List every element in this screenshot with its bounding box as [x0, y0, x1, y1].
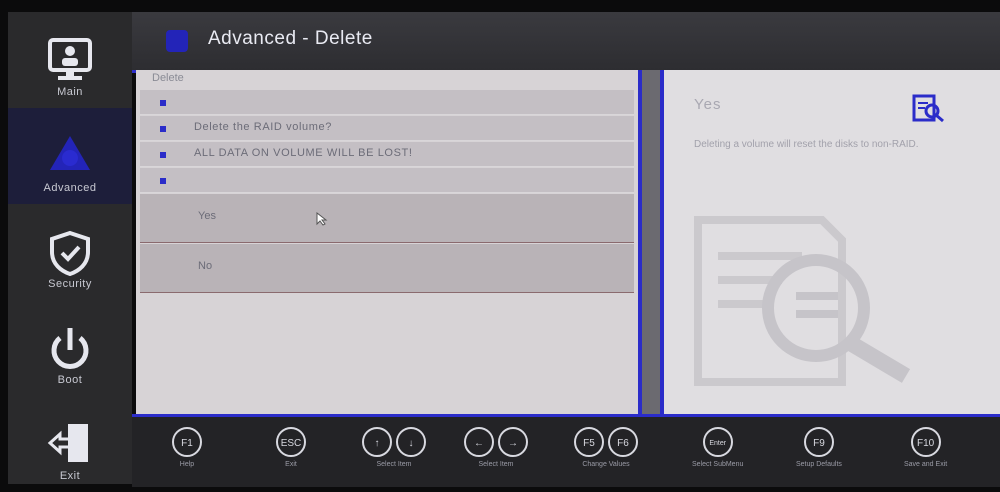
footer-keybar: F1 Help ESC Exit ↑ ↓ Select Item ← → Selec… — [132, 414, 1000, 487]
sidebar-item-label: Security — [48, 278, 92, 290]
help-panel: Yes Deleting a volume will reset the dis… — [660, 70, 1000, 414]
option-label: Yes — [198, 210, 216, 222]
scrollbar[interactable] — [640, 70, 662, 414]
page-title: Advanced - Delete — [208, 28, 373, 49]
monitor-icon — [48, 38, 92, 80]
sidebar-item-security[interactable]: Security — [8, 204, 132, 300]
sidebar-item-label: Advanced — [43, 182, 97, 194]
list-item: Delete the RAID volume? — [140, 116, 634, 141]
help-title: Yes — [694, 96, 722, 113]
shield-icon — [50, 230, 90, 276]
header: Advanced - Delete — [132, 12, 1000, 73]
sidebar-item-label: Boot — [57, 374, 83, 386]
sidebar-item-label: Main — [57, 86, 83, 98]
key-select-item-leftright[interactable]: ← → Select Item — [462, 427, 530, 468]
sidebar: Main Advanced Security Boot Exit — [8, 12, 132, 484]
option-label: No — [198, 260, 213, 272]
list-item: ALL DATA ON VOLUME WILL BE LOST! — [140, 142, 634, 167]
document-search-icon — [912, 94, 944, 123]
key-select-item-updown[interactable]: ↑ ↓ Select Item — [360, 427, 428, 468]
option-yes[interactable]: Yes — [140, 194, 634, 243]
sidebar-item-main[interactable]: Main — [8, 12, 132, 108]
key-setup-defaults[interactable]: F9 Setup Defaults — [796, 427, 842, 468]
advanced-icon — [50, 136, 90, 170]
bullet-icon — [160, 152, 166, 158]
arrow-up-icon: ↑ — [362, 427, 392, 457]
sidebar-item-exit[interactable]: Exit — [8, 396, 132, 492]
key-select-submenu[interactable]: Enter Select SubMenu — [692, 427, 743, 468]
key-exit[interactable]: ESC Exit — [274, 427, 308, 468]
bullet-icon — [160, 178, 166, 184]
document-search-watermark-icon — [694, 216, 911, 386]
mouse-cursor-icon — [316, 212, 328, 226]
sidebar-item-label: Exit — [59, 470, 81, 482]
main-panel: Delete Delete the RAID volume? ALL DATA … — [136, 70, 642, 414]
help-description: Deleting a volume will reset the disks t… — [694, 139, 919, 150]
advanced-icon — [166, 30, 188, 52]
option-no[interactable]: No — [140, 244, 634, 293]
list-item — [140, 168, 634, 193]
key-change-values[interactable]: F5 F6 Change Values — [572, 427, 640, 468]
key-help[interactable]: F1 Help — [170, 427, 204, 468]
key-save-exit[interactable]: F10 Save and Exit — [904, 427, 947, 468]
sidebar-item-boot[interactable]: Boot — [8, 300, 132, 396]
section-heading: Delete — [152, 72, 184, 84]
bullet-icon — [160, 100, 166, 106]
arrow-down-icon: ↓ — [396, 427, 426, 457]
exit-icon — [47, 424, 88, 462]
bullet-icon — [160, 126, 166, 132]
sidebar-item-advanced[interactable]: Advanced — [8, 108, 132, 204]
power-icon — [51, 328, 89, 369]
list-item — [140, 90, 634, 115]
arrow-left-icon: ← — [464, 427, 494, 457]
arrow-right-icon: → — [498, 427, 528, 457]
